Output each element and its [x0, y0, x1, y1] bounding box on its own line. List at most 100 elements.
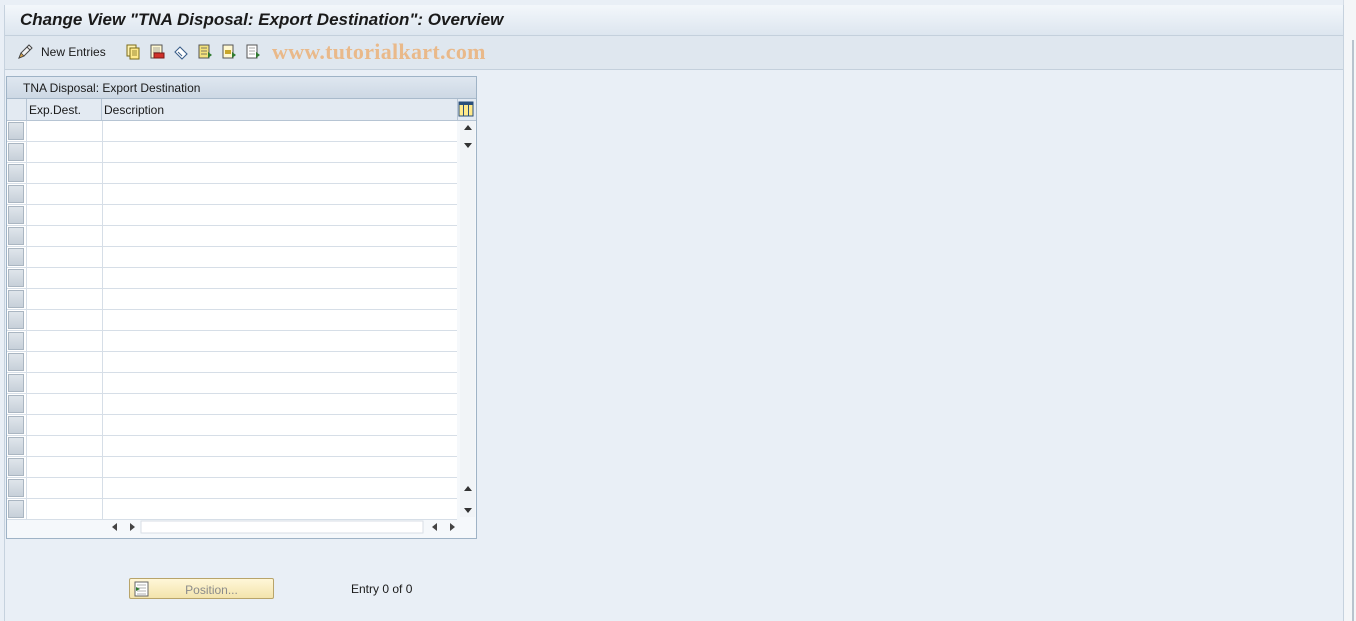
- cell-exp-dest[interactable]: [26, 331, 103, 351]
- row-selector[interactable]: [8, 185, 24, 203]
- scroll-right-icon: [130, 523, 135, 531]
- watermark-text: www.tutorialkart.com: [272, 39, 486, 64]
- scroll-right-icon: [450, 523, 455, 531]
- row-selector[interactable]: [8, 332, 24, 350]
- table-row[interactable]: [7, 331, 457, 352]
- position-button[interactable]: Position...: [129, 578, 274, 599]
- horizontal-scrollbar-arrows: [112, 520, 455, 534]
- horizontal-scrollbars[interactable]: [103, 520, 459, 534]
- delete-button[interactable]: [149, 43, 165, 61]
- table-row[interactable]: [7, 142, 457, 163]
- cell-exp-dest[interactable]: [26, 247, 103, 267]
- cell-exp-dest[interactable]: [26, 289, 103, 309]
- row-selector[interactable]: [8, 458, 24, 476]
- row-selector[interactable]: [8, 416, 24, 434]
- cell-exp-dest[interactable]: [26, 436, 103, 456]
- table-row[interactable]: [7, 247, 457, 268]
- cell-exp-dest[interactable]: [26, 184, 103, 204]
- cell-exp-dest[interactable]: [26, 478, 103, 498]
- row-selector[interactable]: [8, 269, 24, 287]
- table-caption: TNA Disposal: Export Destination: [7, 77, 476, 99]
- row-selector[interactable]: [8, 248, 24, 266]
- undo-icon: [174, 46, 188, 60]
- row-selector[interactable]: [8, 143, 24, 161]
- table-row[interactable]: [7, 163, 457, 184]
- select-block-button[interactable]: [221, 43, 237, 61]
- deselect-all-icon: [246, 44, 260, 59]
- row-selector[interactable]: [8, 122, 24, 140]
- cell-exp-dest[interactable]: [26, 310, 103, 330]
- pencil-icon: [18, 44, 33, 59]
- cell-exp-dest[interactable]: [26, 457, 103, 477]
- table-row[interactable]: [7, 436, 457, 457]
- page-title: Change View "TNA Disposal: Export Destin…: [20, 10, 504, 29]
- column-header-exp-dest[interactable]: Exp.Dest.: [29, 103, 81, 117]
- scroll-down-icon: [464, 143, 472, 148]
- cell-exp-dest[interactable]: [26, 121, 103, 141]
- row-selector[interactable]: [8, 311, 24, 329]
- cell-exp-dest[interactable]: [26, 142, 103, 162]
- row-selector[interactable]: [8, 164, 24, 182]
- row-selector[interactable]: [8, 206, 24, 224]
- title-bar: Change View "TNA Disposal: Export Destin…: [5, 5, 1343, 36]
- select-block-icon: [222, 44, 236, 59]
- row-selector[interactable]: [8, 437, 24, 455]
- undo-change-button[interactable]: [173, 43, 189, 61]
- table-row[interactable]: [7, 352, 457, 373]
- cell-exp-dest[interactable]: [26, 415, 103, 435]
- scroll-up-icon: [464, 486, 472, 491]
- row-selector[interactable]: [8, 500, 24, 518]
- cell-exp-dest[interactable]: [26, 163, 103, 183]
- cell-exp-dest[interactable]: [26, 373, 103, 393]
- cell-exp-dest[interactable]: [26, 394, 103, 414]
- cell-exp-dest[interactable]: [26, 352, 103, 372]
- main-window: Change View "TNA Disposal: Export Destin…: [4, 5, 1344, 621]
- cell-exp-dest[interactable]: [26, 268, 103, 288]
- scroll-left-icon: [112, 523, 117, 531]
- scroll-left-icon: [432, 523, 437, 531]
- table-row[interactable]: [7, 289, 457, 310]
- row-selector[interactable]: [8, 395, 24, 413]
- scroll-up-icon: [464, 125, 472, 130]
- table-row[interactable]: [7, 478, 457, 499]
- select-all-rows-corner[interactable]: [7, 99, 27, 120]
- cell-exp-dest[interactable]: [26, 226, 103, 246]
- table-row[interactable]: [7, 121, 457, 142]
- table-row[interactable]: [7, 226, 457, 247]
- table-row[interactable]: [7, 205, 457, 226]
- delete-icon: [150, 44, 165, 59]
- table-settings-icon[interactable]: [458, 101, 474, 117]
- table-row[interactable]: [7, 394, 457, 415]
- row-selector[interactable]: [8, 290, 24, 308]
- table-row[interactable]: [7, 184, 457, 205]
- entry-counter: Entry 0 of 0: [351, 582, 413, 596]
- new-entries-button[interactable]: New Entries: [17, 43, 106, 61]
- deselect-all-button[interactable]: [245, 43, 261, 61]
- row-selector[interactable]: [8, 479, 24, 497]
- new-entries-label: New Entries: [41, 45, 106, 59]
- scroll-down-icon: [464, 508, 472, 513]
- column-header-description[interactable]: Description: [104, 103, 164, 117]
- row-selector[interactable]: [8, 374, 24, 392]
- table-title: TNA Disposal: Export Destination: [23, 81, 201, 95]
- vertical-scrollbar-arrows: [464, 125, 472, 513]
- cell-exp-dest[interactable]: [26, 499, 103, 519]
- row-selector[interactable]: [8, 227, 24, 245]
- table-header: Exp.Dest. Description: [7, 99, 476, 121]
- vertical-scrollbar[interactable]: [460, 121, 475, 517]
- cell-exp-dest[interactable]: [26, 205, 103, 225]
- table-row[interactable]: [7, 415, 457, 436]
- outer-scrollbar[interactable]: [1343, 0, 1356, 621]
- table-control: TNA Disposal: Export Destination Exp.Des…: [6, 76, 477, 539]
- table-row[interactable]: [7, 310, 457, 331]
- column-separator: [101, 99, 102, 120]
- table-row[interactable]: [7, 373, 457, 394]
- table-row[interactable]: [7, 457, 457, 478]
- table-row[interactable]: [7, 499, 457, 520]
- copy-as-button[interactable]: [125, 43, 141, 61]
- table-row[interactable]: [7, 268, 457, 289]
- select-all-button[interactable]: [197, 43, 213, 61]
- select-all-icon: [198, 44, 212, 59]
- row-selector[interactable]: [8, 353, 24, 371]
- copy-icon: [126, 44, 140, 60]
